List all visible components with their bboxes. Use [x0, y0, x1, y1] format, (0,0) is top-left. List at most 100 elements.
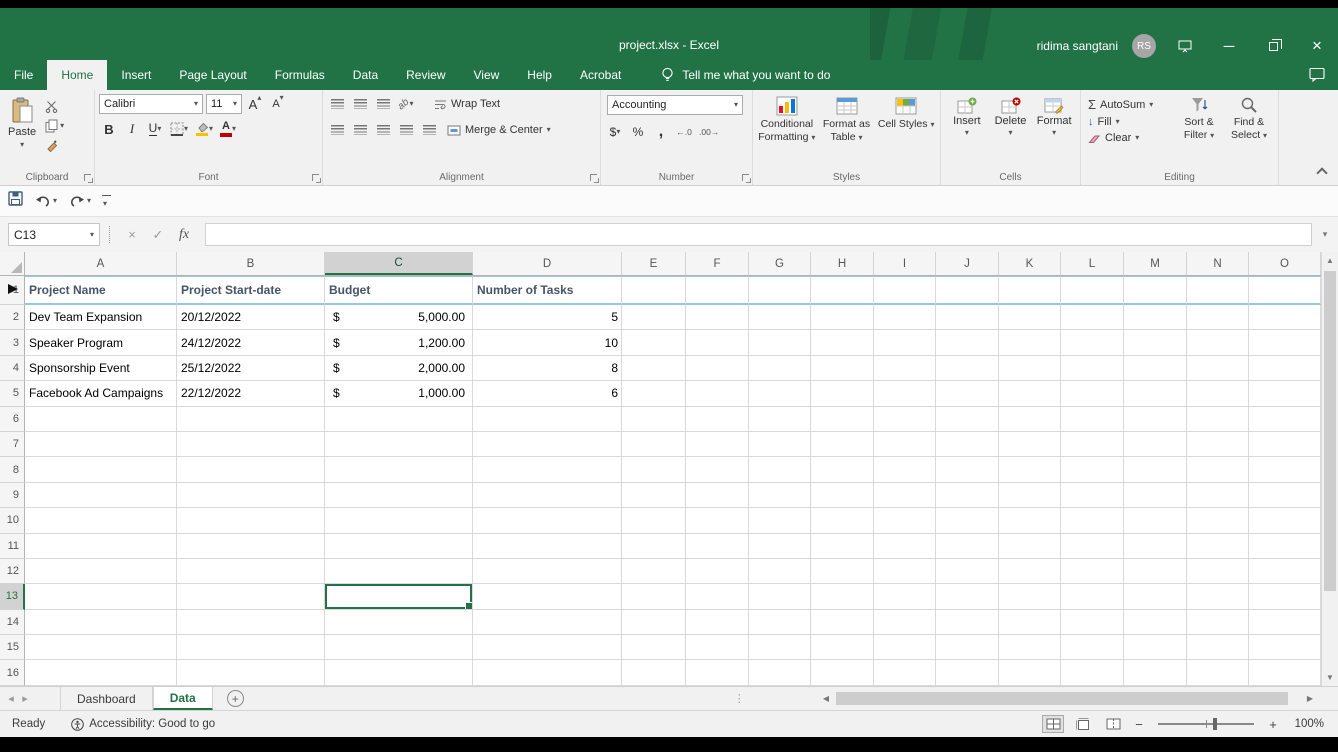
cell-F10[interactable]	[686, 508, 749, 534]
cell-O12[interactable]	[1249, 558, 1321, 585]
scroll-down-button[interactable]: ▼	[1322, 669, 1338, 686]
cell-L3[interactable]	[1061, 330, 1124, 356]
column-header-M[interactable]: M	[1124, 252, 1187, 275]
cell-A4[interactable]: Sponsorship Event	[25, 355, 177, 382]
cell-G16[interactable]	[749, 660, 811, 686]
cell-I11[interactable]	[874, 533, 936, 559]
autosum-button[interactable]: Σ AutoSum ▾	[1085, 96, 1174, 113]
cell-M5[interactable]	[1124, 381, 1187, 407]
horizontal-scrollbar[interactable]: ◀ ▶	[818, 690, 1318, 707]
cell-F4[interactable]	[686, 355, 749, 382]
avatar[interactable]: RS	[1132, 34, 1156, 58]
undo-button[interactable]: ▾	[35, 194, 57, 208]
row-header-16[interactable]: 16	[0, 660, 25, 686]
row-header-10[interactable]: 10	[0, 508, 25, 534]
scroll-left-button[interactable]: ◀	[818, 690, 834, 707]
cell-B10[interactable]	[177, 508, 325, 534]
close-button[interactable]: ×	[1302, 32, 1332, 60]
cell-F5[interactable]	[686, 381, 749, 407]
cell-B15[interactable]	[177, 635, 325, 661]
cell-A5[interactable]: Facebook Ad Campaigns	[25, 381, 177, 407]
cell-O15[interactable]	[1249, 635, 1321, 661]
clear-button[interactable]: Clear ▾	[1085, 131, 1174, 145]
cell-O8[interactable]	[1249, 457, 1321, 483]
cell-I5[interactable]	[874, 381, 936, 407]
cell-C3[interactable]: $1,200.00	[325, 330, 473, 356]
cell-G6[interactable]	[749, 406, 811, 432]
column-header-K[interactable]: K	[999, 252, 1061, 275]
cell-N13[interactable]	[1187, 584, 1249, 610]
copy-dropdown-icon[interactable]: ▾	[60, 122, 64, 130]
cell-B11[interactable]	[177, 533, 325, 559]
cell-D4[interactable]: 8	[473, 355, 622, 382]
cell-L16[interactable]	[1061, 660, 1124, 686]
row-header-7[interactable]: 7	[0, 431, 25, 458]
align-right-button[interactable]	[373, 120, 393, 140]
cell-H16[interactable]	[811, 660, 874, 686]
cell-I8[interactable]	[874, 457, 936, 483]
cell-I13[interactable]	[874, 584, 936, 610]
insert-cells-button[interactable]: Insert ▾	[945, 94, 989, 137]
cell-H13[interactable]	[811, 584, 874, 610]
column-header-B[interactable]: B	[177, 252, 325, 275]
cell-F8[interactable]	[686, 457, 749, 483]
tell-me-box[interactable]: Tell me what you want to do	[661, 60, 830, 90]
cell-A14[interactable]	[25, 609, 177, 636]
cell-M2[interactable]	[1124, 305, 1187, 331]
cell-N7[interactable]	[1187, 431, 1249, 458]
cell-C16[interactable]	[325, 660, 473, 686]
cell-A3[interactable]: Speaker Program	[25, 330, 177, 356]
cell-B6[interactable]	[177, 406, 325, 432]
ribbon-tab-help[interactable]: Help	[513, 60, 566, 90]
cell-L15[interactable]	[1061, 635, 1124, 661]
decrease-font-size-button[interactable]: A ▾	[268, 94, 288, 114]
find-select-button[interactable]: Find & Select ▾	[1224, 94, 1274, 145]
fill-button[interactable]: ↓ Fill ▾	[1085, 115, 1174, 129]
cell-K6[interactable]	[999, 406, 1061, 432]
cell-I14[interactable]	[874, 609, 936, 636]
cell-G7[interactable]	[749, 431, 811, 458]
accounting-format-button[interactable]: $ ▾	[605, 122, 625, 142]
decrease-decimal-button[interactable]: .00→	[697, 122, 721, 142]
collapse-ribbon-button[interactable]	[1316, 167, 1328, 179]
ribbon-tab-view[interactable]: View	[460, 60, 514, 90]
cell-E7[interactable]	[622, 431, 686, 458]
cell-E16[interactable]	[622, 660, 686, 686]
cell-B5[interactable]: 22/12/2022	[177, 381, 325, 407]
cell-E11[interactable]	[622, 533, 686, 559]
delete-cells-button[interactable]: Delete ▾	[989, 94, 1033, 137]
cell-L14[interactable]	[1061, 609, 1124, 636]
tabstrip-splitter[interactable]: ⋮	[734, 687, 746, 710]
font-name-select[interactable]: Calibri ▾	[99, 94, 203, 114]
cell-H3[interactable]	[811, 330, 874, 356]
cell-F15[interactable]	[686, 635, 749, 661]
cell-B2[interactable]: 20/12/2022	[177, 305, 325, 331]
cell-O3[interactable]	[1249, 330, 1321, 356]
cell-I6[interactable]	[874, 406, 936, 432]
cell-I7[interactable]	[874, 431, 936, 458]
cell-N3[interactable]	[1187, 330, 1249, 356]
cell-C2[interactable]: $5,000.00	[325, 305, 473, 331]
cell-A11[interactable]	[25, 533, 177, 559]
cell-K5[interactable]	[999, 381, 1061, 407]
cell-G14[interactable]	[749, 609, 811, 636]
align-center-button[interactable]	[350, 120, 370, 140]
cell-E12[interactable]	[622, 558, 686, 585]
cell-E8[interactable]	[622, 457, 686, 483]
vertical-scroll-thumb[interactable]	[1324, 271, 1336, 591]
cell-K14[interactable]	[999, 609, 1061, 636]
row-header-12[interactable]: 12	[0, 558, 25, 585]
cell-D15[interactable]	[473, 635, 622, 661]
sheet-tab-data[interactable]: Data	[152, 687, 213, 710]
cell-I9[interactable]	[874, 482, 936, 509]
column-header-L[interactable]: L	[1061, 252, 1124, 275]
cell-O1[interactable]	[1249, 276, 1321, 305]
cell-C10[interactable]	[325, 508, 473, 534]
page-layout-view-button[interactable]	[1072, 715, 1094, 733]
cell-G11[interactable]	[749, 533, 811, 559]
cell-N10[interactable]	[1187, 508, 1249, 534]
cell-E13[interactable]	[622, 584, 686, 610]
cell-K15[interactable]	[999, 635, 1061, 661]
cell-L9[interactable]	[1061, 482, 1124, 509]
increase-indent-button[interactable]	[419, 120, 439, 140]
